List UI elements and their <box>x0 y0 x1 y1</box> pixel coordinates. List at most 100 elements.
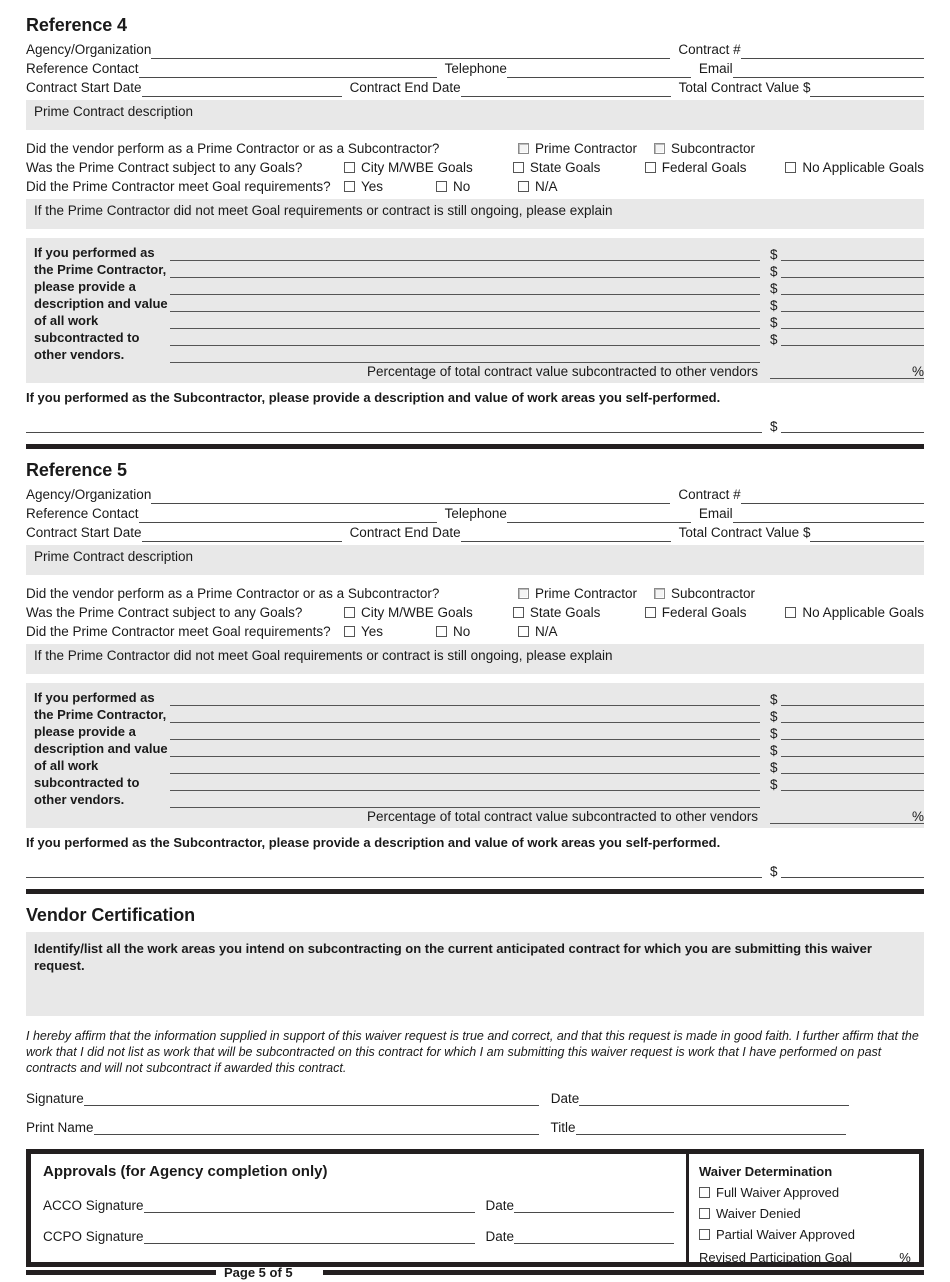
checkbox-prime-contractor[interactable]: Prime Contractor <box>518 139 654 158</box>
checkbox-partial-waiver-approved[interactable]: Partial Waiver Approved <box>699 1224 911 1245</box>
telephone-input[interactable] <box>506 63 691 78</box>
title-input[interactable] <box>575 1120 846 1135</box>
work-description-input[interactable] <box>170 261 760 278</box>
total-contract-value-input[interactable] <box>810 527 924 542</box>
checkbox-met-goals-yes[interactable]: Yes <box>344 177 436 196</box>
revised-participation-goal-row[interactable]: Revised Participation Goal ______% <box>699 1245 911 1268</box>
explain-area[interactable]: If the Prime Contractor did not meet Goa… <box>26 199 924 229</box>
work-value-field[interactable]: $ <box>770 742 924 757</box>
print-name-input[interactable] <box>93 1120 539 1135</box>
work-value-input[interactable] <box>780 314 924 329</box>
work-description-input[interactable] <box>170 757 760 774</box>
checkbox-no-applicable-goals[interactable]: No Applicable Goals <box>785 158 924 177</box>
work-value-input[interactable] <box>780 759 924 774</box>
work-description-input[interactable] <box>170 740 760 757</box>
work-description-input[interactable] <box>170 689 760 706</box>
checkbox-state-goals[interactable]: State Goals <box>512 603 645 622</box>
prime-contract-description-area[interactable]: Prime Contract description <box>26 545 924 575</box>
work-value-input[interactable] <box>780 280 924 295</box>
checkbox-federal-goals[interactable]: Federal Goals <box>644 603 786 622</box>
telephone-input[interactable] <box>506 508 691 523</box>
reference-contact-input[interactable] <box>138 508 437 523</box>
work-value-input[interactable] <box>780 263 924 278</box>
checkbox-no-applicable-goals[interactable]: No Applicable Goals <box>785 603 924 622</box>
work-description-input[interactable] <box>170 774 760 791</box>
checkbox-met-goals-no[interactable]: No <box>436 177 518 196</box>
work-value-field[interactable]: $ <box>770 280 924 295</box>
checkbox-full-waiver-approved[interactable]: Full Waiver Approved <box>699 1182 911 1203</box>
explain-area[interactable]: If the Prime Contractor did not meet Goa… <box>26 644 924 674</box>
work-value-input[interactable] <box>780 246 924 261</box>
work-description-input[interactable] <box>170 329 760 346</box>
work-value-field[interactable]: $ <box>770 708 924 723</box>
work-value-field[interactable]: $ <box>770 314 924 329</box>
work-value-input[interactable] <box>780 297 924 312</box>
agency-input[interactable] <box>151 489 671 504</box>
selfperformed-value-field[interactable]: $ <box>762 863 924 878</box>
checkbox-met-goals-na[interactable]: N/A <box>518 177 558 196</box>
work-value-field[interactable]: $ <box>770 246 924 261</box>
work-value-input[interactable] <box>780 742 924 757</box>
contract-end-date-input[interactable] <box>460 527 671 542</box>
acco-date-input[interactable] <box>514 1198 674 1213</box>
ccpo-date-input[interactable] <box>514 1229 674 1244</box>
checkbox-federal-goals[interactable]: Federal Goals <box>644 158 786 177</box>
reference-contact-input[interactable] <box>138 63 437 78</box>
email-input[interactable] <box>732 63 924 78</box>
work-value-field[interactable]: $ <box>770 331 924 346</box>
contract-start-date-input[interactable] <box>141 527 342 542</box>
prime-contract-description-area[interactable]: Prime Contract description <box>26 100 924 130</box>
checkbox-city-mwbe-goals[interactable]: City M/WBE Goals <box>344 603 513 622</box>
work-value-field[interactable]: $ <box>770 297 924 312</box>
checkbox-prime-contractor[interactable]: Prime Contractor <box>518 584 654 603</box>
work-description-input[interactable] <box>170 723 760 740</box>
checkbox-met-goals-na[interactable]: N/A <box>518 622 558 641</box>
work-value-input[interactable] <box>780 708 924 723</box>
percentage-input[interactable]: % <box>770 363 924 379</box>
work-description-input[interactable] <box>170 278 760 295</box>
total-contract-value-input[interactable] <box>810 82 924 97</box>
contract-start-date-input[interactable] <box>141 82 342 97</box>
selfperformed-value-field[interactable]: $ <box>762 418 924 433</box>
checkbox-waiver-denied[interactable]: Waiver Denied <box>699 1203 911 1224</box>
selfperformed-value-input[interactable] <box>780 418 924 433</box>
work-value-input[interactable] <box>780 691 924 706</box>
work-description-input[interactable] <box>170 312 760 329</box>
checkbox-subcontractor[interactable]: Subcontractor <box>654 584 755 603</box>
selfperformed-description-input[interactable] <box>26 418 762 433</box>
acco-signature-input[interactable] <box>143 1198 476 1213</box>
work-description-input[interactable] <box>170 244 760 261</box>
checkbox-met-goals-no[interactable]: No <box>436 622 518 641</box>
email-input[interactable] <box>732 508 924 523</box>
selfperformed-description-input[interactable] <box>26 863 762 878</box>
work-value-field[interactable]: $ <box>770 691 924 706</box>
selfperformed-value-input[interactable] <box>780 863 924 878</box>
work-description-input[interactable] <box>170 346 760 363</box>
contract-start-date-label: Contract Start Date <box>26 525 142 540</box>
contract-number-input[interactable] <box>740 44 924 59</box>
ccpo-signature-input[interactable] <box>143 1229 476 1244</box>
percentage-input[interactable]: % <box>770 808 924 824</box>
work-description-input[interactable] <box>170 791 760 808</box>
agency-input[interactable] <box>151 44 671 59</box>
work-value-field[interactable]: $ <box>770 759 924 774</box>
checkbox-met-goals-yes[interactable]: Yes <box>344 622 436 641</box>
checkbox-city-mwbe-goals[interactable]: City M/WBE Goals <box>344 158 513 177</box>
work-value-input[interactable] <box>780 776 924 791</box>
work-description-input[interactable] <box>170 295 760 312</box>
checkbox-state-goals[interactable]: State Goals <box>512 158 645 177</box>
date-input[interactable] <box>579 1091 850 1106</box>
work-value-input[interactable] <box>780 331 924 346</box>
work-value-input[interactable] <box>780 725 924 740</box>
signature-input[interactable] <box>83 1091 539 1106</box>
checkbox-subcontractor[interactable]: Subcontractor <box>654 139 755 158</box>
identify-work-areas-area[interactable]: Identify/list all the work areas you int… <box>26 932 924 1016</box>
work-value-field[interactable]: $ <box>770 263 924 278</box>
contract-end-date-input[interactable] <box>460 82 671 97</box>
work-description-input[interactable] <box>170 706 760 723</box>
prime-subcontracted-work-block: If you performed as the Prime Contractor… <box>26 238 924 383</box>
work-value-field[interactable]: $ <box>770 776 924 791</box>
date-label: Date <box>550 1091 580 1106</box>
work-value-field[interactable]: $ <box>770 725 924 740</box>
contract-number-input[interactable] <box>740 489 924 504</box>
